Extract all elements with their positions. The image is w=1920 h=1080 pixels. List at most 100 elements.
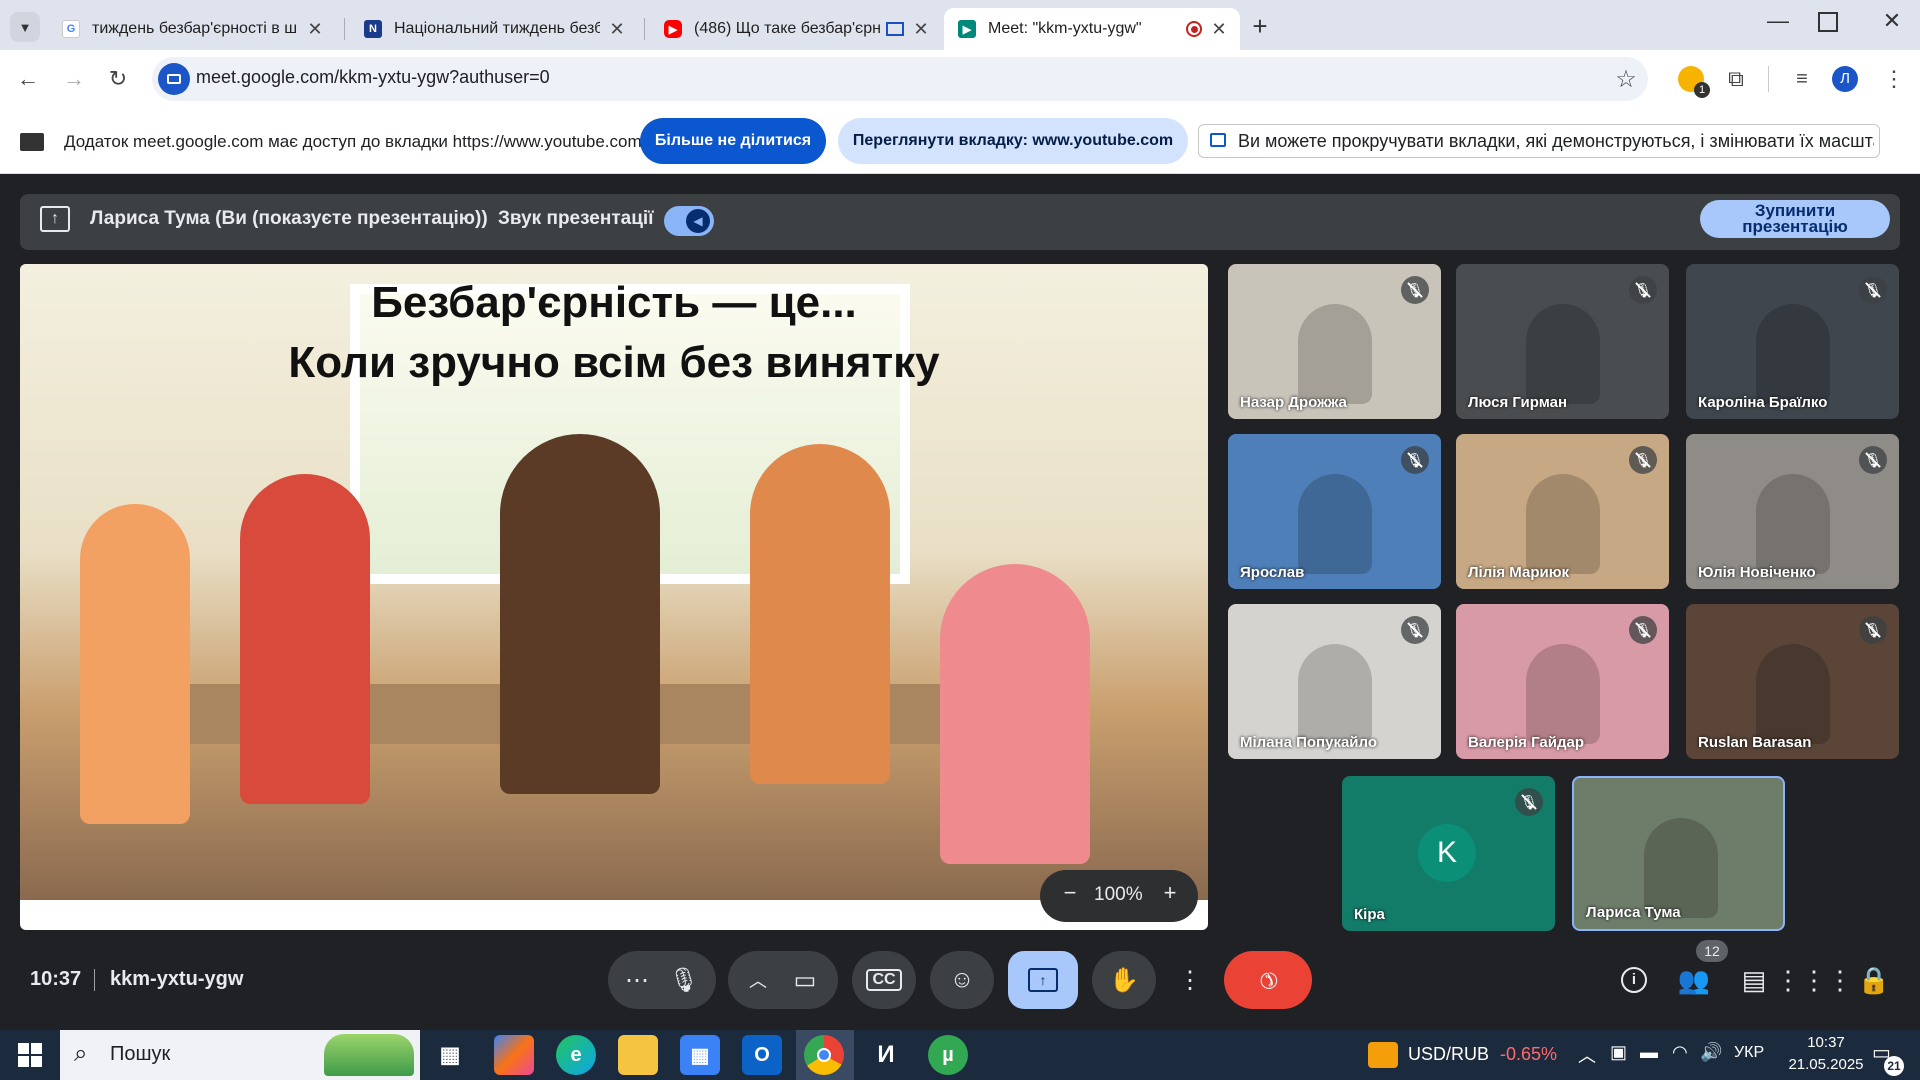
participant-tile[interactable]: 🎙 Кароліна Браїлко — [1686, 264, 1899, 419]
search-placeholder: Пошук — [110, 1043, 171, 1065]
chevron-up-icon[interactable]: ︿ — [736, 967, 780, 993]
chrome-icon[interactable] — [804, 1035, 844, 1075]
site-info-icon[interactable] — [158, 63, 190, 95]
tab-1[interactable]: G тиждень безбар'єрності в шко ✕ — [48, 8, 336, 50]
wifi-icon[interactable]: ◠ — [1672, 1042, 1688, 1063]
participant-tile[interactable]: 🎙 Ярослав — [1228, 434, 1441, 589]
child-figure — [750, 444, 890, 784]
mic-off-icon: 🎙 — [1401, 446, 1429, 474]
stocks-icon[interactable] — [1368, 1042, 1398, 1068]
participant-name: Кіра — [1354, 906, 1385, 923]
meet-now-icon[interactable]: ▣ — [1610, 1042, 1627, 1063]
participant-name: Люся Гирман — [1468, 394, 1568, 411]
zoom-out-icon[interactable]: − — [1054, 880, 1086, 912]
participant-tile[interactable]: 🎙 Юлія Новіченко — [1686, 434, 1899, 589]
meeting-info-icon[interactable]: i — [1614, 960, 1654, 1000]
zoom-in-icon[interactable]: + — [1154, 880, 1186, 912]
participant-tile[interactable]: 🎙 Мілана Попукайло — [1228, 604, 1441, 759]
battery-icon[interactable]: ▬ — [1640, 1042, 1658, 1063]
participant-name: Юлія Новіченко — [1698, 564, 1816, 581]
close-icon: ✕ — [1882, 8, 1902, 33]
tab-search-button[interactable]: ▼ — [10, 12, 40, 42]
file-explorer-icon[interactable] — [618, 1035, 658, 1075]
more-audio-options-icon[interactable]: ⋯ — [615, 966, 659, 995]
tab-4-active[interactable]: ▶ Meet: "kkm-yxtu-ygw" ✕ — [944, 8, 1240, 50]
outlook-icon[interactable]: O — [742, 1035, 782, 1075]
app-icon[interactable]: И — [866, 1035, 906, 1075]
tab-2[interactable]: N Національний тиждень безбар ✕ — [350, 8, 638, 50]
mic-off-icon: 🎙 — [1859, 446, 1887, 474]
participant-tile[interactable]: K 🎙 Кіра — [1342, 776, 1555, 931]
close-tab-icon[interactable]: ✕ — [608, 19, 626, 40]
participant-tile[interactable]: 🎙 Ruslan Barasan — [1686, 604, 1899, 759]
activities-icon[interactable]: ⋮⋮⋮ — [1775, 960, 1853, 1000]
media-controls-icon[interactable]: ≡ — [1784, 61, 1820, 97]
close-window-button[interactable]: ✕ — [1874, 8, 1910, 40]
new-tab-button[interactable]: + — [1244, 10, 1276, 42]
copilot-icon[interactable] — [494, 1035, 534, 1075]
captions-button[interactable]: CC — [852, 951, 916, 1009]
participant-tile[interactable]: 🎙 Назар Дрожжа — [1228, 264, 1441, 419]
self-video-tile[interactable]: Лариса Тума — [1572, 776, 1785, 931]
chevron-up-icon[interactable]: ︿ — [1578, 1042, 1596, 1068]
close-tab-icon[interactable]: ✕ — [912, 19, 930, 40]
participant-video — [1756, 304, 1830, 404]
participant-name: Назар Дрожжа — [1240, 394, 1347, 411]
mic-off-icon: 🎙 — [1629, 616, 1657, 644]
chat-icon[interactable]: ▤ — [1734, 960, 1774, 1000]
avatar: K — [1418, 824, 1476, 882]
close-tab-icon[interactable]: ✕ — [306, 19, 324, 40]
video-control-group: ︿ ▭ — [728, 951, 838, 1009]
camera-icon[interactable]: ▭ — [780, 966, 830, 995]
windows-start-icon[interactable] — [18, 1043, 42, 1067]
participant-video — [1298, 644, 1372, 744]
microphone-icon[interactable]: 🎙 — [659, 966, 709, 995]
youtube-icon: ▶ — [664, 20, 682, 38]
puzzle-icon[interactable]: ⧉ — [1718, 61, 1754, 97]
people-icon[interactable]: 👥 — [1674, 960, 1714, 1000]
close-tab-icon[interactable]: ✕ — [1210, 19, 1228, 40]
participant-name: Лілія Мариюк — [1468, 564, 1570, 581]
minimize-button[interactable]: — — [1760, 8, 1796, 40]
mic-off-icon: 🎙 — [1859, 616, 1887, 644]
stop-presenting-button[interactable]: Зупинити презентацію — [1700, 200, 1890, 238]
more-options-button[interactable]: ⋮ — [1168, 951, 1212, 1009]
currency-pair: USD/RUB — [1408, 1044, 1490, 1064]
stop-sharing-button[interactable]: Більше не ділитися — [640, 118, 826, 164]
control-divider — [94, 969, 95, 991]
host-controls-icon[interactable]: 🔒 — [1854, 960, 1894, 1000]
forward-button[interactable]: → — [56, 61, 92, 97]
search-icon: ⌕ — [74, 1040, 88, 1067]
url-text[interactable]: meet.google.com/kkm-yxtu-ygw?authuser=0 — [196, 67, 550, 88]
raise-hand-button[interactable]: ✋ — [1092, 951, 1156, 1009]
back-button[interactable]: ← — [10, 61, 46, 97]
view-tab-button[interactable]: Переглянути вкладку: www.youtube.com — [838, 118, 1188, 164]
search-highlight-image — [324, 1034, 414, 1076]
participant-tile[interactable]: 🎙 Люся Гирман — [1456, 264, 1669, 419]
restore-button[interactable] — [1818, 12, 1838, 32]
plus-icon: + — [1252, 10, 1268, 41]
leave-call-button[interactable]: ✆ — [1224, 951, 1312, 1009]
bookmark-star-icon[interactable]: ☆ — [1608, 61, 1644, 97]
slide-title-line1: Безбар'єрність — це... — [371, 278, 857, 327]
slide-title-line2: Коли зручно всім без винятку — [288, 338, 940, 387]
participant-name: Валерія Гайдар — [1468, 734, 1584, 751]
reload-button[interactable]: ↻ — [100, 61, 136, 97]
speaker-icon: ◀ — [686, 209, 710, 233]
participant-video — [1298, 304, 1372, 404]
volume-icon[interactable]: 🔊 — [1700, 1042, 1722, 1063]
present-now-button[interactable]: ↑ — [1008, 951, 1078, 1009]
reactions-button[interactable]: ☺ — [930, 951, 994, 1009]
clock-date[interactable]: 21.05.2025 — [1780, 1056, 1872, 1073]
clock-time[interactable]: 10:37 — [1786, 1034, 1866, 1051]
edge-icon[interactable]: e — [556, 1035, 596, 1075]
task-view-icon[interactable]: ▦ — [430, 1035, 470, 1075]
tab-3[interactable]: ▶ (486) Що таке безбар'єрні ✕ — [650, 8, 942, 50]
more-vert-icon[interactable]: ⋮ — [1876, 61, 1912, 97]
participant-tile[interactable]: 🎙 Валерія Гайдар — [1456, 604, 1669, 759]
store-icon[interactable]: ▦ — [680, 1035, 720, 1075]
input-language[interactable]: УКР — [1734, 1044, 1764, 1062]
participant-tile[interactable]: 🎙 Лілія Мариюк — [1456, 434, 1669, 589]
profile-avatar[interactable]: Л — [1832, 66, 1858, 92]
utorrent-icon[interactable]: µ — [928, 1035, 968, 1075]
